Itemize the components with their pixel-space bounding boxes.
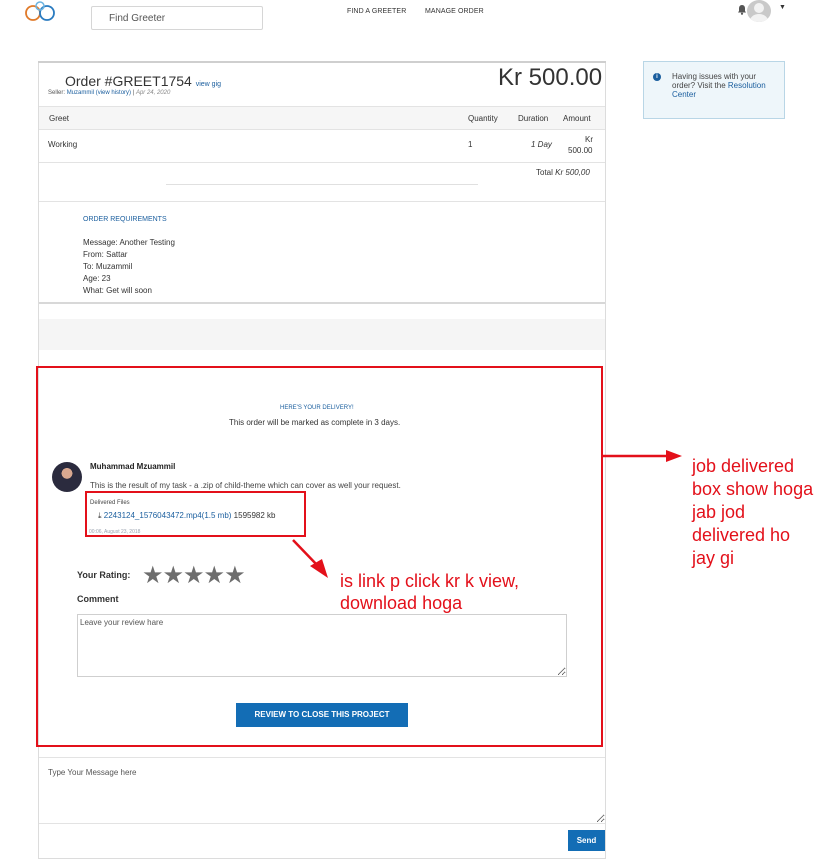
download-icon[interactable]: ⤓ [98,511,102,520]
table-header: Greet Quantity Duration Amount [39,106,605,130]
requirement-line: What: Get will soon [83,286,152,295]
rating-stars[interactable]: ★★★★★ [142,561,246,590]
divider [166,184,478,185]
order-title: Order #GREET1754 view gig [65,73,222,89]
delivered-file: ⤓ 2243124_1576043472.mp4(1.5 mb) 1595982… [98,511,276,521]
order-price: Kr 500.00 [498,64,603,91]
help-text: Having issues with your order? Visit the… [672,72,766,99]
row-item: Working [48,140,78,149]
divider [39,823,605,824]
divider [39,162,605,163]
star-icon[interactable]: ★ [224,562,245,589]
rating-label: Your Rating: [77,570,131,580]
divider [38,61,606,63]
column-quantity: Quantity [468,114,498,123]
delivery-user-name: Muhammad Mzuammil [90,462,176,471]
review-close-project-button[interactable]: REVIEW TO CLOSE THIS PROJECT [236,703,408,727]
requirement-line: From: Sattar [83,250,128,259]
view-history-link[interactable]: (view history) [96,90,131,96]
requirements-list: Message: Another Testing From: Sattar To… [83,237,175,297]
row-duration: 1 Day [531,140,552,149]
star-icon[interactable]: ★ [163,562,184,589]
requirements-title: ORDER REQUIREMENTS [83,216,167,223]
star-icon[interactable]: ★ [204,562,225,589]
annotation-note-middle: is link p click kr k view, download hoga [340,571,520,613]
column-amount: Amount [563,114,591,123]
annotation-note-right: job delivered box show hoga jab jod deli… [692,456,814,568]
send-button[interactable]: Send [568,830,605,851]
star-icon[interactable]: ★ [183,562,204,589]
row-quantity: 1 [468,140,473,149]
row-amount-value: 500.00 [568,146,593,155]
bell-icon[interactable] [737,4,747,15]
divider [39,302,605,304]
seller-line: Seller: Muzammil (view history) | Apr 24… [48,90,171,96]
delivery-title: HERE'S YOUR DELIVERY! [280,405,354,411]
logo-icon[interactable] [22,0,58,26]
file-timestamp: 00:06, August 23, 2018 [89,529,141,535]
divider [39,201,605,202]
seller-link[interactable]: Muzammil [67,90,94,96]
comment-label: Comment [77,594,119,604]
delivery-message: This is the result of my task - a .zip o… [90,481,401,490]
nav-find-greeter[interactable]: FIND A GREETER [347,8,406,15]
star-icon[interactable]: ★ [142,562,163,589]
search-input[interactable]: Find Greeter [91,6,263,30]
file-download-link[interactable]: 2243124_1576043472.mp4(1.5 mb) [104,511,232,520]
file-size: 1595982 kb [233,511,276,520]
column-item: Greet [49,114,70,123]
order-total: Total Kr 500,00 [536,168,590,177]
row-amount-currency: Kr [585,135,593,144]
info-icon: i [653,73,661,81]
message-field[interactable] [39,757,605,823]
spacer-band [39,319,605,350]
requirement-line: To: Muzammil [83,262,133,271]
view-gig-link[interactable]: view gig [196,81,221,88]
avatar[interactable] [747,0,771,22]
requirement-line: Age: 23 [83,274,111,283]
delivered-files-label: Delivered Files [90,500,130,506]
requirement-line: Message: Another Testing [83,238,175,247]
column-duration: Duration [518,114,549,123]
nav-manage-order[interactable]: MANAGE ORDER [425,8,484,15]
order-date: Apr 24, 2020 [135,90,171,96]
chevron-down-icon[interactable]: ▼ [779,4,786,11]
user-avatar [52,462,82,492]
review-comment-field[interactable] [77,614,567,677]
delivery-subtitle: This order will be marked as complete in… [229,418,401,427]
